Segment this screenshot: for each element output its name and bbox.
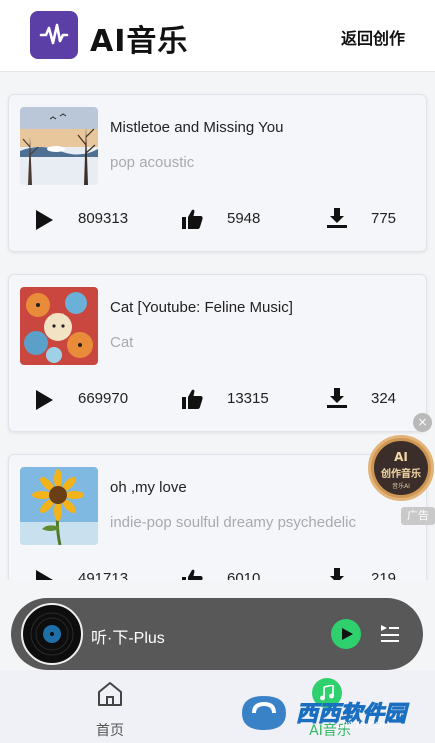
now-playing-title: 听·下-Plus <box>91 630 165 647</box>
tab-home-label: 首页 <box>96 723 124 739</box>
song-card[interactable]: Mistletoe and Missing You pop acoustic 8… <box>8 94 427 252</box>
waveform-icon <box>39 23 69 45</box>
song-tags: indie-pop soulful dreamy psychedelic <box>110 514 356 531</box>
ad-close-button[interactable]: × <box>413 413 432 432</box>
song-cover[interactable] <box>20 107 98 185</box>
like-count: 5948 <box>227 210 261 227</box>
song-title: Mistletoe and Missing You <box>110 119 284 136</box>
play-icon[interactable] <box>33 569 55 580</box>
play-icon[interactable] <box>33 209 55 231</box>
home-icon <box>98 682 122 706</box>
mini-player[interactable]: 听·下-Plus <box>11 598 423 670</box>
download-icon[interactable] <box>326 207 348 229</box>
song-title: oh ,my love <box>110 479 187 496</box>
download-count: 775 <box>371 210 397 227</box>
ad-inner: AI 创作音乐 音乐AI <box>374 441 428 495</box>
player-play-button[interactable] <box>331 619 361 649</box>
app-title: AI音乐 <box>90 24 189 59</box>
download-count: 219 <box>371 570 397 580</box>
song-title: Cat [Youtube: Feline Music] <box>110 299 293 316</box>
ad-sub: 音乐AI <box>392 483 410 490</box>
play-count: 669970 <box>78 390 129 407</box>
ad-line2: 创作音乐 <box>381 469 421 480</box>
download-icon[interactable] <box>326 567 348 580</box>
song-cover[interactable] <box>20 467 98 545</box>
playlist-icon[interactable] <box>379 622 401 644</box>
thumbs-up-icon[interactable] <box>181 208 203 230</box>
watermark-url: CR173.COM <box>336 721 390 731</box>
play-icon <box>342 628 353 640</box>
song-cover[interactable] <box>20 287 98 365</box>
app-header: AI音乐 返回创作 <box>0 0 435 72</box>
ai-create-music-ad[interactable]: AI 创作音乐 音乐AI <box>368 435 434 501</box>
play-icon[interactable] <box>33 389 55 411</box>
song-list[interactable]: Mistletoe and Missing You pop acoustic 8… <box>0 72 435 580</box>
ad-badge: 广告 <box>401 507 435 525</box>
song-card[interactable]: oh ,my love indie-pop soulful dreamy psy… <box>8 454 427 580</box>
watermark-logo-icon <box>242 696 286 730</box>
site-watermark: 西西软件园 CR173.COM <box>234 690 414 736</box>
song-tags: Cat <box>110 334 134 351</box>
vinyl-disc-icon[interactable] <box>21 603 83 665</box>
download-icon[interactable] <box>326 387 348 409</box>
like-count: 13315 <box>227 390 269 407</box>
tab-home[interactable]: 首页 <box>80 678 140 739</box>
download-count: 324 <box>371 390 397 407</box>
play-count: 809313 <box>78 210 129 227</box>
thumbs-up-icon[interactable] <box>181 388 203 410</box>
song-tags: pop acoustic <box>110 154 195 171</box>
ad-line1: AI <box>394 450 408 464</box>
thumbs-up-icon[interactable] <box>181 568 203 580</box>
app-logo <box>30 11 78 59</box>
back-to-create-link[interactable]: 返回创作 <box>341 25 405 49</box>
song-card[interactable]: Cat [Youtube: Feline Music] Cat 669970 1… <box>8 274 427 432</box>
play-count: 491713 <box>78 570 129 580</box>
like-count: 6010 <box>227 570 261 580</box>
